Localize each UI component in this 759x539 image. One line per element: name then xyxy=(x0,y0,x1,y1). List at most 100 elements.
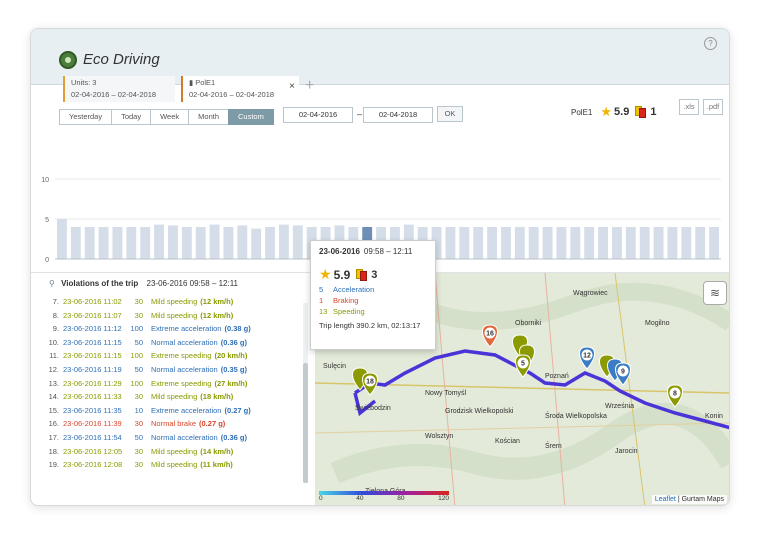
chart-bar[interactable] xyxy=(514,227,525,259)
chart-bar[interactable] xyxy=(598,227,608,259)
violation-row[interactable]: 7. 23-06-2016 11:02 30 Mild speeding (12 km/… xyxy=(45,297,305,311)
violation-number: 14. xyxy=(48,392,59,402)
chart-bar[interactable] xyxy=(154,224,164,259)
location-pin-icon: ⚲ xyxy=(49,279,55,288)
violation-row[interactable]: 11. 23-06-2016 11:15 100 Extreme speeding (2… xyxy=(45,351,305,365)
violation-row[interactable]: 17. 23-06-2016 11:54 50 Normal acceleration… xyxy=(45,433,305,447)
star-icon: ★ xyxy=(319,266,332,282)
chart-bar[interactable] xyxy=(237,225,248,259)
tab-units-range: 02-04-2016 – 02-04-2018 xyxy=(71,90,157,99)
violation-description: Normal brake xyxy=(151,419,197,429)
acceleration-label: Acceleration xyxy=(333,285,375,294)
period-month-button[interactable]: Month xyxy=(188,109,230,125)
help-icon[interactable]: ? xyxy=(704,37,717,50)
chart-bar[interactable] xyxy=(57,219,67,259)
chart-bar[interactable] xyxy=(612,227,622,259)
date-from-input[interactable]: 02-04-2016 xyxy=(283,107,353,123)
chart-bar[interactable] xyxy=(570,227,581,259)
chart-bar[interactable] xyxy=(501,227,511,259)
chart-bar[interactable] xyxy=(653,227,664,259)
date-to-input[interactable]: 02-04-2018 xyxy=(363,107,433,123)
braking-label: Braking xyxy=(333,296,359,305)
violations-scrollbar[interactable] xyxy=(303,303,308,483)
penalty-cards-icon xyxy=(635,106,647,118)
chart-bar[interactable] xyxy=(265,227,275,259)
chart-bar[interactable] xyxy=(251,228,262,259)
leaflet-link[interactable]: Leaflet xyxy=(655,496,676,503)
chart-bar[interactable] xyxy=(556,227,567,259)
violation-row[interactable]: 16. 23-06-2016 11:39 30 Normal brake (0.27 g… xyxy=(45,419,305,433)
chart-bar[interactable] xyxy=(98,227,109,259)
chart-bar[interactable] xyxy=(84,227,95,259)
chart-bar[interactable] xyxy=(625,227,636,259)
map-marker-label: 8 xyxy=(673,391,677,398)
city-label: Poznań xyxy=(545,373,569,380)
chart-bar[interactable] xyxy=(195,227,206,259)
violations-range: 23-06-2016 09:58 – 12:11 xyxy=(146,279,238,288)
chart-bar[interactable] xyxy=(639,227,650,259)
chart-bar[interactable] xyxy=(70,227,81,259)
chart-bar[interactable] xyxy=(445,227,456,259)
city-label: Wolsztyn xyxy=(425,433,453,440)
violation-value: (14 km/h) xyxy=(200,446,234,456)
violation-row[interactable]: 18. 23-06-2016 12:05 30 Mild speeding (14 km… xyxy=(45,447,305,461)
violation-speed: 30 xyxy=(134,392,143,402)
chart-bar[interactable] xyxy=(487,227,497,259)
chart-bar[interactable] xyxy=(459,227,470,259)
period-today-button[interactable]: Today xyxy=(111,109,152,125)
chart-bar[interactable] xyxy=(667,227,678,259)
violation-row[interactable]: 15. 23-06-2016 11:35 10 Extreme acceleratio… xyxy=(45,406,305,420)
chart-bar[interactable] xyxy=(279,224,289,259)
period-week-button[interactable]: Week xyxy=(150,109,190,125)
y-tick-label: 0 xyxy=(45,257,49,264)
period-custom-button[interactable]: Custom xyxy=(228,109,274,125)
export-xls-button[interactable]: .xls xyxy=(679,99,699,115)
violation-number: 15. xyxy=(48,405,59,415)
chart-bar[interactable] xyxy=(695,227,706,259)
chart-bar[interactable] xyxy=(292,225,303,259)
violation-number: 9. xyxy=(52,324,59,334)
y-tick-label: 5 xyxy=(45,217,49,224)
violation-value: (0.35 g) xyxy=(220,364,247,374)
chart-bar[interactable] xyxy=(209,224,220,259)
chart-bar[interactable] xyxy=(168,225,178,259)
violation-row[interactable]: 12. 23-06-2016 11:19 50 Normal acceleration… xyxy=(45,365,305,379)
violation-row[interactable]: 13. 23-06-2016 11:29 100 Extreme speeding (2… xyxy=(45,379,305,393)
chart-bar[interactable] xyxy=(126,227,137,259)
violation-speed: 30 xyxy=(134,419,143,429)
chart-bar[interactable] xyxy=(542,227,553,259)
scroll-thumb[interactable] xyxy=(303,363,308,483)
violation-speed: 100 xyxy=(130,351,143,361)
violation-description: Mild speeding xyxy=(151,297,198,306)
chart-bar[interactable] xyxy=(140,227,151,259)
layers-icon[interactable]: ≋ xyxy=(703,281,727,305)
ok-button[interactable]: OK xyxy=(437,106,463,122)
chart-bar[interactable] xyxy=(528,227,539,259)
y-tick-label: 10 xyxy=(41,177,49,184)
chart-bar[interactable] xyxy=(584,227,595,259)
violation-row[interactable]: 19. 23-06-2016 12:08 30 Mild speeding (11 km… xyxy=(45,460,305,474)
violation-value: (0.27 g) xyxy=(199,419,226,429)
chart-bar[interactable] xyxy=(709,227,719,259)
period-yesterday-button[interactable]: Yesterday xyxy=(59,109,113,125)
violation-time: 23-06-2016 12:08 xyxy=(63,460,123,470)
violation-row[interactable]: 9. 23-06-2016 11:12 100 Extreme acceleratio… xyxy=(45,324,305,338)
chart-bar[interactable] xyxy=(112,227,123,259)
braking-count: 1 xyxy=(319,296,324,305)
violation-row[interactable]: 8. 23-06-2016 11:07 30 Mild speeding (12 km/… xyxy=(45,311,305,325)
close-tab-icon[interactable]: × xyxy=(289,81,295,92)
chart-bar[interactable] xyxy=(181,227,192,259)
add-tab-button[interactable]: + xyxy=(305,77,314,95)
violation-time: 23-06-2016 11:19 xyxy=(63,364,122,374)
violation-row[interactable]: 14. 23-06-2016 11:33 30 Mild speeding (18 km… xyxy=(45,392,305,406)
chart-bar[interactable] xyxy=(223,227,234,259)
export-pdf-button[interactable]: .pdf xyxy=(703,99,723,115)
violation-row[interactable]: 10. 23-06-2016 11:15 50 Normal acceleration… xyxy=(45,338,305,352)
chart-bar[interactable] xyxy=(473,227,484,259)
trip-popup: 23-06-2016 09:58 – 12:11 ★ 5.9 3 5 Acceler… xyxy=(310,240,436,350)
tab-pole1[interactable]: ▮ PolE1 02-04-2016 – 02-04-2018 × xyxy=(181,76,299,102)
city-label: Konin xyxy=(705,413,723,420)
violation-description: Extreme speeding xyxy=(151,378,212,388)
chart-bar[interactable] xyxy=(681,227,692,259)
tab-units[interactable]: Units: 3 02-04-2016 – 02-04-2018 xyxy=(63,76,175,102)
